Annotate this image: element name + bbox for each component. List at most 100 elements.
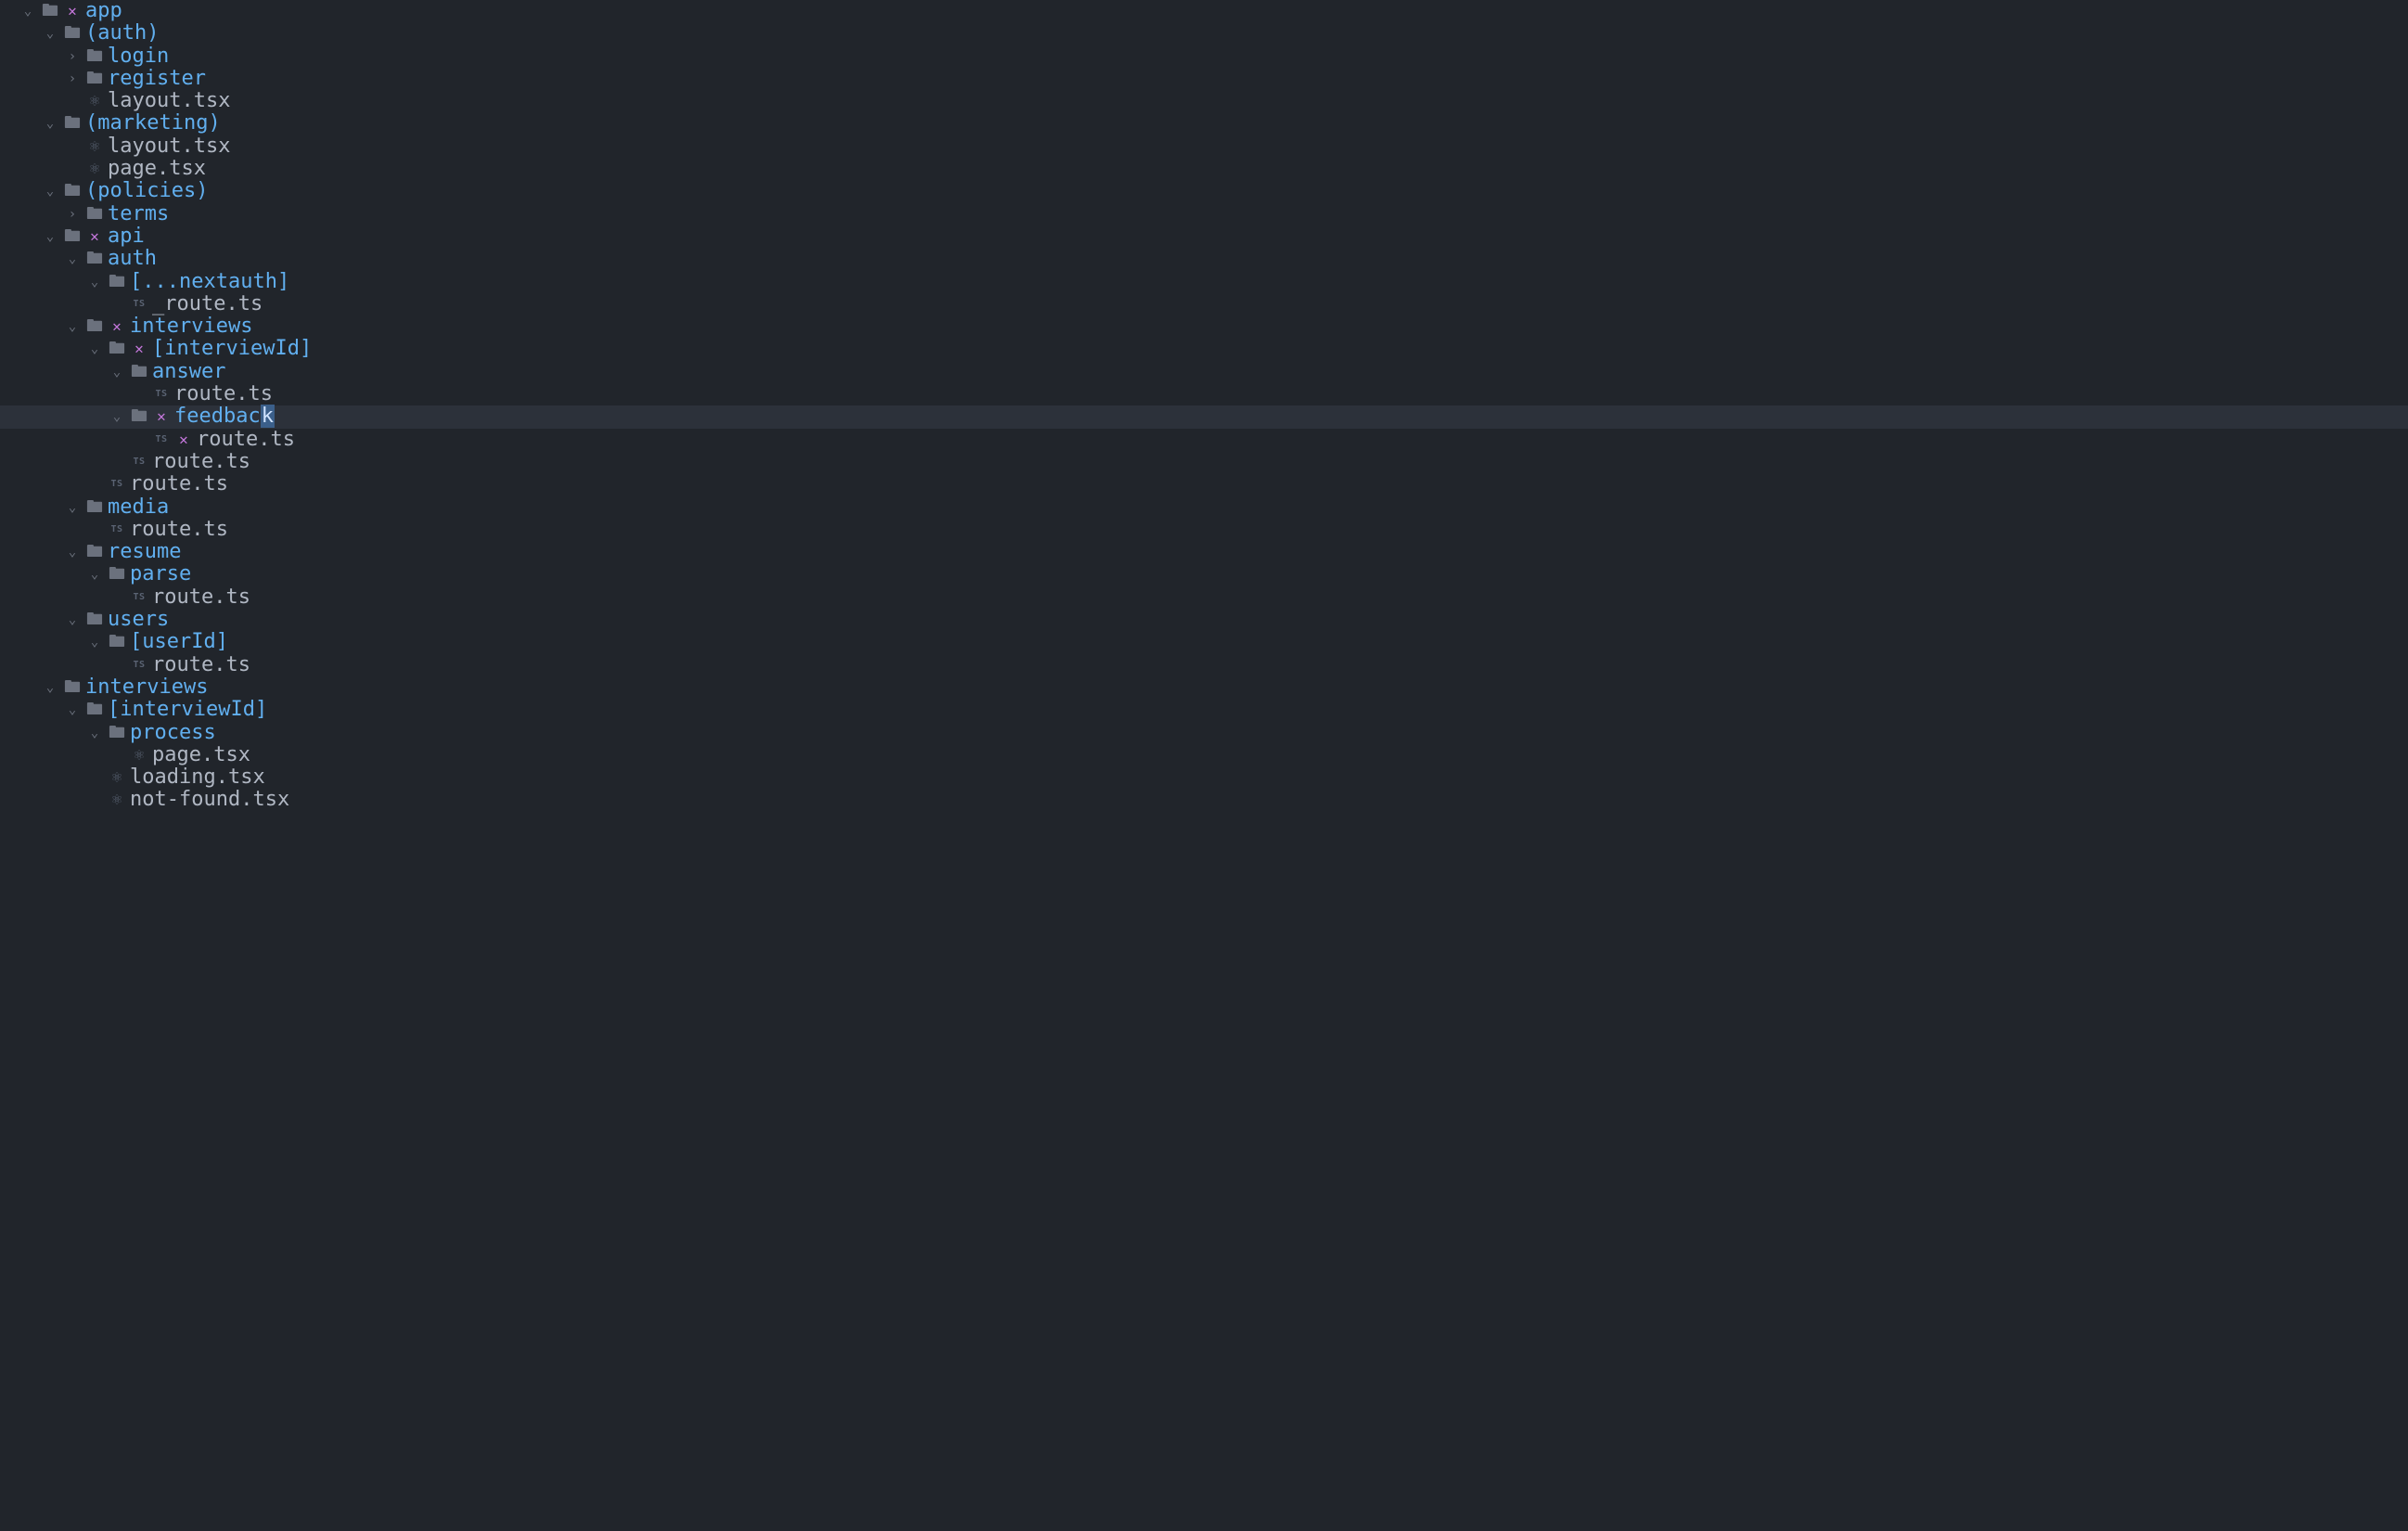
chevron-right-icon[interactable]: ›	[61, 203, 83, 225]
chevron-right-icon[interactable]: ›	[61, 45, 83, 68]
chevron-down-icon[interactable]: ⌄	[61, 248, 83, 270]
react-icon: ⚛	[106, 766, 128, 789]
folder-open-icon: 🖿	[128, 361, 150, 383]
tree-folder-row[interactable]: ›🖿register	[0, 68, 2408, 90]
tree-folder-row[interactable]: ⌄🖿process	[0, 722, 2408, 744]
tree-folder-row[interactable]: ⌄🖿resume	[0, 541, 2408, 563]
folder-open-icon: 🖿	[106, 631, 128, 653]
tree-folder-row[interactable]: ⌄🖿✕feedback	[0, 405, 2408, 428]
typescript-icon: TS	[106, 473, 128, 495]
tree-folder-row[interactable]: ⌄🖿(auth)	[0, 22, 2408, 45]
tree-folder-row[interactable]: ›🖿login	[0, 45, 2408, 68]
file-name: route.ts	[128, 519, 228, 541]
tree-file-row[interactable]: ⚛not-found.tsx	[0, 789, 2408, 811]
file-name: layout.tsx	[106, 90, 230, 112]
file-name: route.ts	[173, 383, 273, 405]
tree-file-row[interactable]: ⚛page.tsx	[0, 158, 2408, 180]
chevron-down-icon[interactable]: ⌄	[106, 361, 128, 383]
file-name: loading.tsx	[128, 766, 265, 789]
folder-name: process	[128, 722, 216, 744]
tree-folder-row[interactable]: ⌄🖿✕app	[0, 0, 2408, 22]
tree-folder-row[interactable]: ⌄🖿✕interviews	[0, 315, 2408, 338]
tree-folder-row[interactable]: ⌄🖿✕api	[0, 225, 2408, 248]
folder-name: (marketing)	[83, 112, 221, 135]
folder-name: register	[106, 68, 206, 90]
chevron-down-icon[interactable]: ⌄	[39, 225, 61, 248]
tree-file-row[interactable]: TSroute.ts	[0, 473, 2408, 495]
chevron-down-icon[interactable]: ⌄	[83, 563, 106, 585]
folder-open-icon: 🖿	[106, 338, 128, 360]
tree-folder-row[interactable]: ⌄🖿media	[0, 496, 2408, 519]
folder-open-icon: 🖿	[83, 699, 106, 721]
chevron-down-icon[interactable]: ⌄	[61, 609, 83, 631]
react-icon: ⚛	[83, 135, 106, 158]
folder-name: auth	[106, 248, 157, 270]
modified-icon: ✕	[106, 315, 128, 338]
tree-file-row[interactable]: TSroute.ts	[0, 451, 2408, 473]
tree-file-row[interactable]: TS✕route.ts	[0, 429, 2408, 451]
tree-file-row[interactable]: TSroute.ts	[0, 586, 2408, 609]
tree-folder-row[interactable]: ⌄🖿[userId]	[0, 631, 2408, 653]
react-icon: ⚛	[128, 744, 150, 766]
folder-name: [userId]	[128, 631, 228, 653]
chevron-right-icon[interactable]: ›	[61, 68, 83, 90]
react-icon: ⚛	[106, 789, 128, 811]
chevron-down-icon[interactable]: ⌄	[39, 676, 61, 699]
modified-icon: ✕	[150, 405, 173, 428]
folder-open-icon: 🖿	[106, 271, 128, 293]
chevron-down-icon[interactable]: ⌄	[39, 112, 61, 135]
chevron-down-icon[interactable]: ⌄	[83, 271, 106, 293]
file-name: route.ts	[128, 473, 228, 495]
folder-name: [interviewId]	[150, 338, 312, 360]
tree-file-row[interactable]: ⚛page.tsx	[0, 744, 2408, 766]
chevron-down-icon[interactable]: ⌄	[39, 180, 61, 202]
tree-folder-row[interactable]: ⌄🖿[...nextauth]	[0, 271, 2408, 293]
folder-name: login	[106, 45, 169, 68]
tree-folder-row[interactable]: ⌄🖿interviews	[0, 676, 2408, 699]
folder-open-icon: 🖿	[83, 248, 106, 270]
file-name: page.tsx	[150, 744, 250, 766]
folder-closed-icon: 🖿	[83, 203, 106, 225]
tree-file-row[interactable]: TSroute.ts	[0, 383, 2408, 405]
tree-folder-row[interactable]: ⌄🖿(policies)	[0, 180, 2408, 202]
chevron-down-icon[interactable]: ⌄	[83, 631, 106, 653]
tree-folder-row[interactable]: ⌄🖿[interviewId]	[0, 699, 2408, 721]
typescript-icon: TS	[150, 383, 173, 405]
tree-folder-row[interactable]: ⌄🖿(marketing)	[0, 112, 2408, 135]
folder-open-icon: 🖿	[83, 541, 106, 563]
typescript-icon: TS	[106, 519, 128, 541]
tree-folder-row[interactable]: ⌄🖿users	[0, 609, 2408, 631]
tree-file-row[interactable]: TSroute.ts	[0, 519, 2408, 541]
folder-open-icon: 🖿	[128, 405, 150, 428]
typescript-icon: TS	[128, 586, 150, 609]
modified-icon: ✕	[83, 225, 106, 248]
chevron-down-icon[interactable]: ⌄	[83, 722, 106, 744]
file-name: not-found.tsx	[128, 789, 289, 811]
chevron-down-icon[interactable]: ⌄	[39, 22, 61, 45]
chevron-down-icon[interactable]: ⌄	[61, 699, 83, 721]
chevron-down-icon[interactable]: ⌄	[17, 0, 39, 22]
folder-name: media	[106, 496, 169, 519]
file-name: route.ts	[150, 654, 250, 676]
file-name: layout.tsx	[106, 135, 230, 158]
chevron-down-icon[interactable]: ⌄	[61, 496, 83, 519]
chevron-down-icon[interactable]: ⌄	[83, 338, 106, 360]
tree-folder-row[interactable]: ⌄🖿answer	[0, 361, 2408, 383]
file-name: route.ts	[150, 451, 250, 473]
folder-name: interviews	[128, 315, 252, 338]
tree-folder-row[interactable]: ⌄🖿parse	[0, 563, 2408, 585]
folder-open-icon: 🖿	[83, 609, 106, 631]
tree-folder-row[interactable]: ›🖿terms	[0, 203, 2408, 225]
tree-file-row[interactable]: ⚛layout.tsx	[0, 135, 2408, 158]
folder-name: terms	[106, 203, 169, 225]
text-cursor: k	[261, 405, 275, 428]
chevron-down-icon[interactable]: ⌄	[106, 405, 128, 428]
tree-folder-row[interactable]: ⌄🖿auth	[0, 248, 2408, 270]
tree-file-row[interactable]: TS_route.ts	[0, 293, 2408, 315]
tree-file-row[interactable]: ⚛loading.tsx	[0, 766, 2408, 789]
chevron-down-icon[interactable]: ⌄	[61, 541, 83, 563]
tree-file-row[interactable]: TSroute.ts	[0, 654, 2408, 676]
tree-file-row[interactable]: ⚛layout.tsx	[0, 90, 2408, 112]
tree-folder-row[interactable]: ⌄🖿✕[interviewId]	[0, 338, 2408, 360]
chevron-down-icon[interactable]: ⌄	[61, 315, 83, 338]
